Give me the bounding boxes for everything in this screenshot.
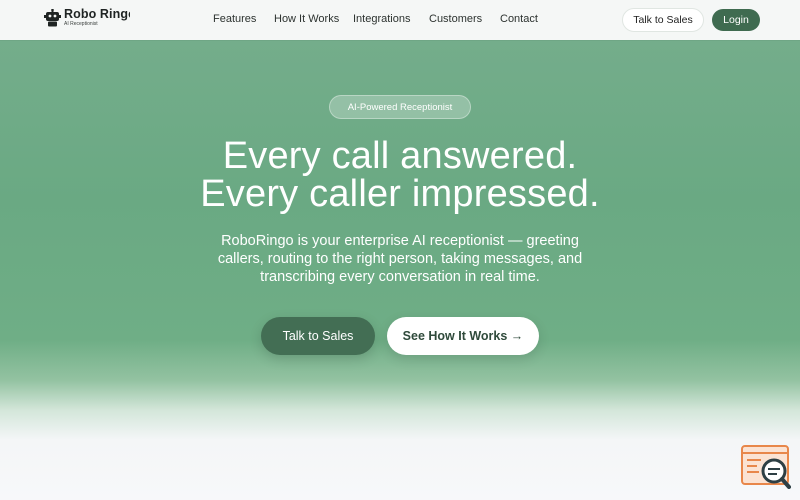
hero-subheadline: RoboRingo is your enterprise AI receptio… [200,232,600,286]
headline-line-1: Every call answered. [222,135,578,177]
nav-link-customers[interactable]: Customers [429,13,482,25]
chat-search-icon [741,445,791,489]
hero-headline: Every call answered. Every caller impres… [0,137,800,213]
nav-link-features[interactable]: Features [213,13,256,25]
hero-badge: AI-Powered Receptionist [329,95,471,119]
subheadline-line-3: transcribing every conversation in real … [260,269,540,285]
subheadline-line-2: callers, routing to the right person, ta… [217,251,583,267]
nav-link-contact[interactable]: Contact [500,13,538,25]
support-widget-button[interactable] [741,445,791,489]
top-navbar: Robo Ringo AI Receptionist Features How … [0,0,800,40]
nav-link-integrations[interactable]: Integrations [353,13,410,25]
nav-link-how-it-works[interactable]: How It Works [274,13,339,25]
subheadline-line-1: RoboRingo is your enterprise AI receptio… [221,233,579,249]
login-button[interactable]: Login [712,9,760,31]
headline-line-2: Every caller impressed. [200,173,600,215]
hero-talk-to-sales-button[interactable]: Talk to Sales [261,317,375,355]
see-how-it-works-button[interactable]: See How It Works → [387,317,539,355]
nav-talk-to-sales-button[interactable]: Talk to Sales [622,8,704,32]
